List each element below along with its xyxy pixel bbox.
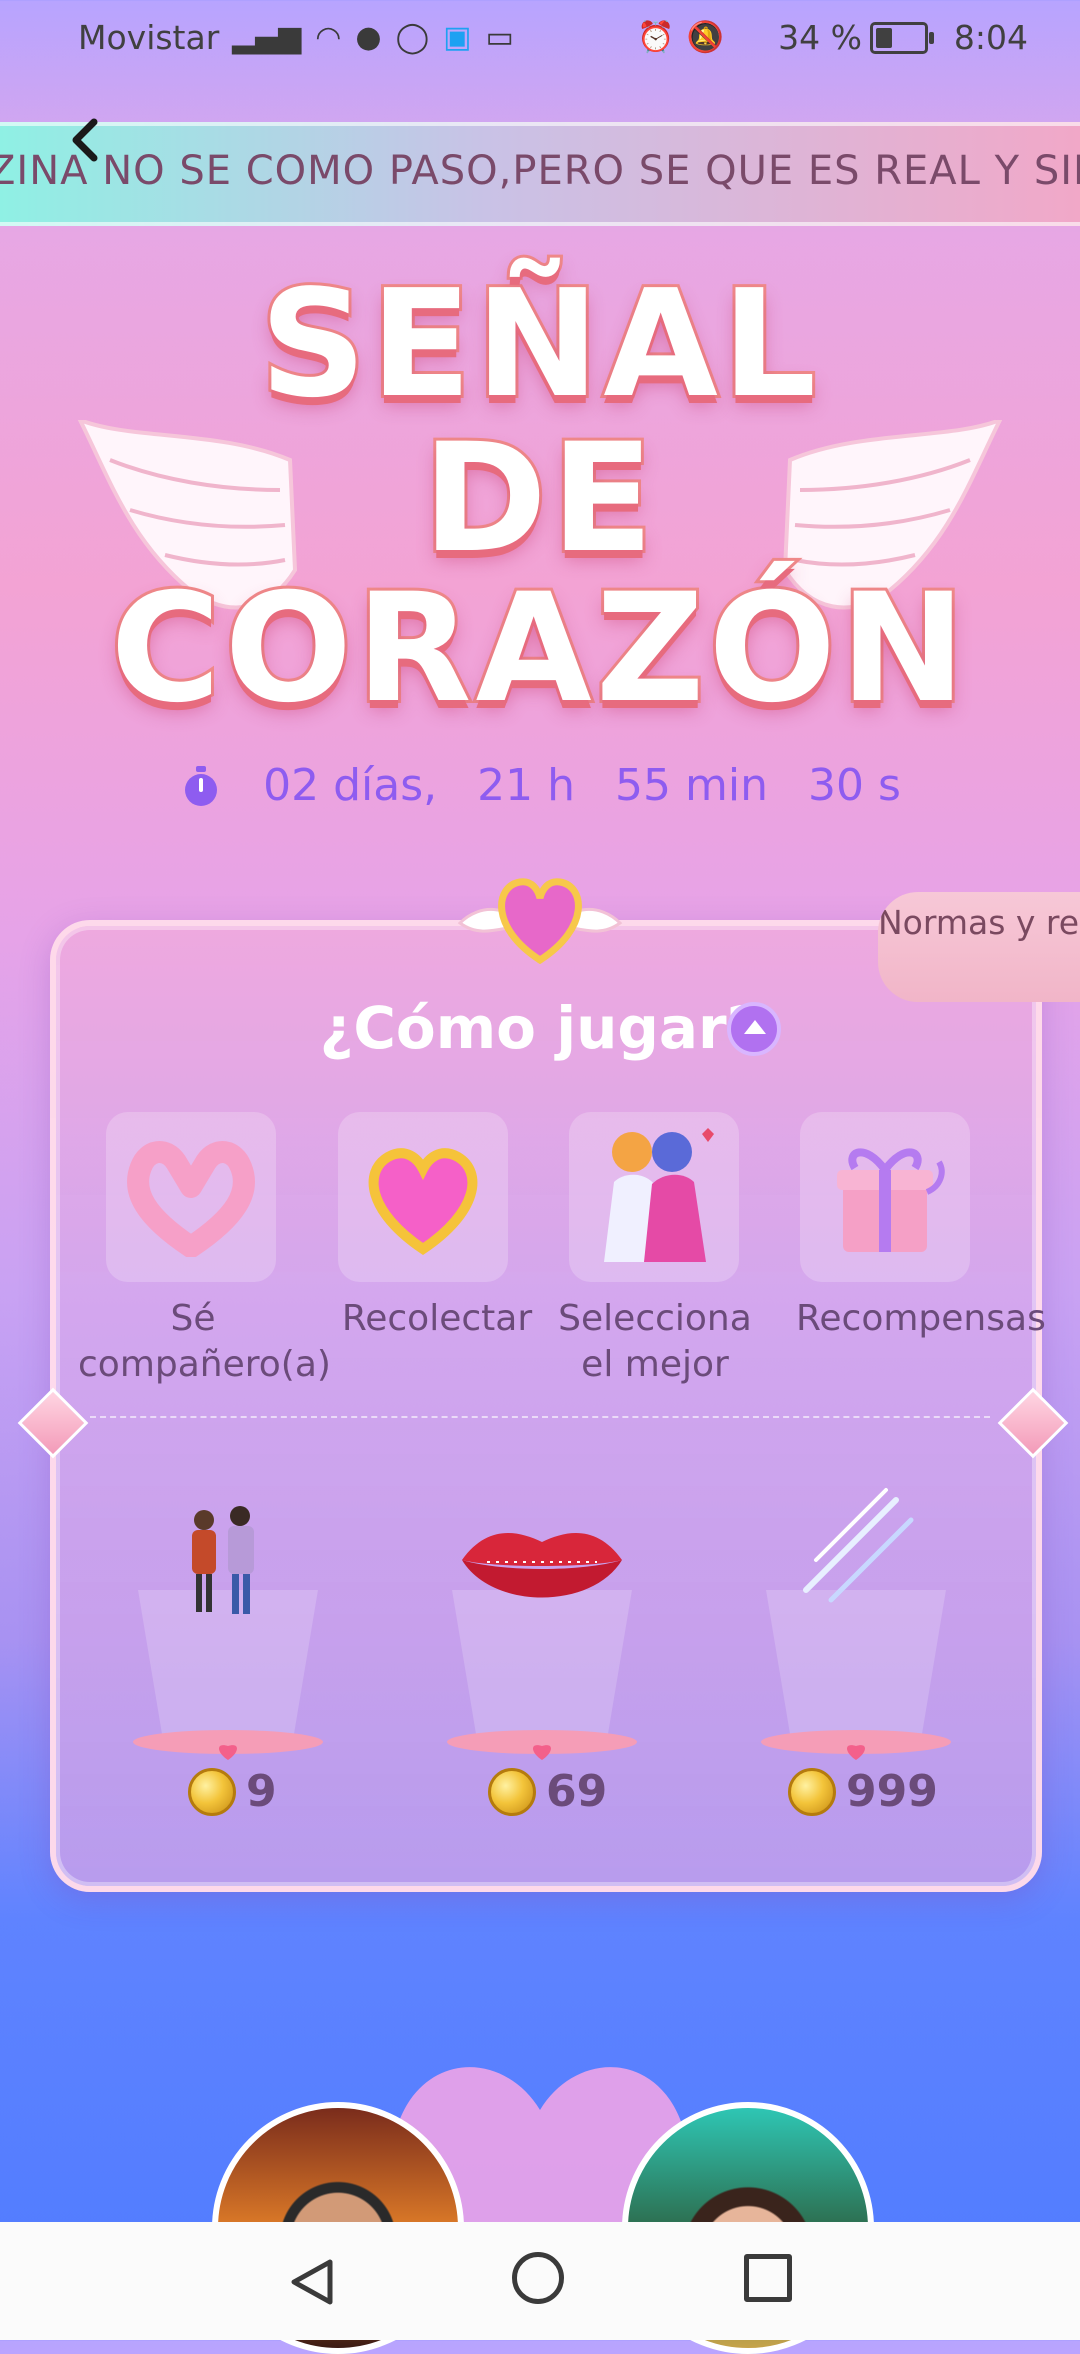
card-divider — [90, 1416, 990, 1418]
coin-icon — [488, 1767, 536, 1816]
event-title-line2: DE CORAZÓN — [107, 412, 970, 736]
marquee-text: ZINA NO SE COMO PASO,PERO SE QUE ES REAL… — [0, 148, 1080, 194]
wifi-icon: ◠ — [315, 20, 342, 55]
prize-lips-pedestal — [447, 1533, 637, 1760]
countdown-days: 02 días, — [263, 760, 438, 811]
chevron-left-icon — [72, 118, 98, 162]
countdown-timer: 02 días, 21 h 55 min 30 s — [0, 760, 1080, 811]
prize-price-2: 69 — [488, 1766, 607, 1817]
how-to-play-title: ¿Cómo jugar? — [319, 994, 761, 1062]
battery-icon — [870, 22, 934, 54]
event-title-line1: SEÑAL — [257, 258, 821, 430]
red-lips-icon — [462, 1533, 622, 1598]
announcement-marquee: ZINA NO SE COMO PASO,PERO SE QUE ES REAL… — [0, 122, 1080, 226]
prize-price-1: 9 — [188, 1766, 277, 1817]
mute-icon: 🔕 — [686, 20, 724, 55]
prize-price-value: 9 — [246, 1766, 277, 1817]
step-tile-4 — [800, 1112, 970, 1282]
event-title: SEÑAL DE CORAZÓN — [0, 258, 1080, 736]
winged-heart-icon — [457, 878, 623, 965]
hugging-couple-icon — [604, 1128, 714, 1262]
battery-fill — [876, 28, 892, 48]
step-label-2: Recolectar — [341, 1298, 533, 1339]
coin-icon — [188, 1767, 236, 1816]
search-app-icon: ▣ — [443, 20, 472, 55]
nav-recents-icon[interactable] — [744, 2254, 792, 2302]
countdown-hours: 21 h — [477, 760, 576, 811]
carrier-label: Movistar — [78, 18, 220, 57]
prize-price-3: 999 — [788, 1766, 938, 1817]
gold-heart-icon — [368, 1148, 478, 1256]
prize-couple-pedestal — [133, 1506, 323, 1760]
whatsapp-icon: ◯ — [395, 20, 430, 55]
step-tile-3 — [569, 1112, 739, 1282]
prize-stars-pedestal — [761, 1488, 951, 1760]
status-icons-right: ⏰ 🔕 — [637, 20, 724, 55]
messenger-icon: ● — [355, 20, 382, 55]
back-button[interactable] — [56, 110, 116, 170]
heart-hands-icon — [127, 1141, 255, 1257]
shooting-stars-icon — [803, 1488, 914, 1603]
rules-and-rewards-button[interactable]: Normas y recompensas — [878, 892, 1080, 1002]
nav-back-icon[interactable] — [286, 2256, 338, 2308]
signal-icon: ▂▄▆ — [232, 20, 302, 55]
countdown-seconds: 30 s — [807, 760, 901, 811]
step-label-1: Sé compañero(a) — [78, 1298, 331, 1385]
collapse-toggle-button[interactable] — [727, 1002, 781, 1056]
prize-price-value: 69 — [546, 1766, 608, 1817]
gift-box-icon — [837, 1148, 945, 1252]
step-label-3: Selecciona el mejor — [558, 1298, 752, 1385]
status-bar: Movistar ▂▄▆ ◠ ● ◯ ▣ ▭ ⏰ 🔕 34 % 8:04 — [0, 0, 1080, 76]
battery-percent: 34 % — [778, 18, 862, 57]
prize-price-value: 999 — [846, 1766, 938, 1817]
step-label-4: Recompensas — [796, 1298, 1046, 1339]
step-tile-1 — [106, 1112, 276, 1282]
countdown-minutes: 55 min — [615, 760, 768, 811]
alarm-icon: ⏰ — [637, 20, 675, 55]
stopwatch-icon — [185, 765, 218, 806]
tv-icon: ▭ — [485, 20, 514, 55]
clock: 8:04 — [953, 18, 1028, 57]
status-icons-left: ▂▄▆ ◠ ● ◯ ▣ ▭ — [232, 20, 514, 55]
coin-icon — [788, 1767, 836, 1816]
nav-home-icon[interactable] — [512, 2252, 564, 2304]
step-tile-2 — [338, 1112, 508, 1282]
